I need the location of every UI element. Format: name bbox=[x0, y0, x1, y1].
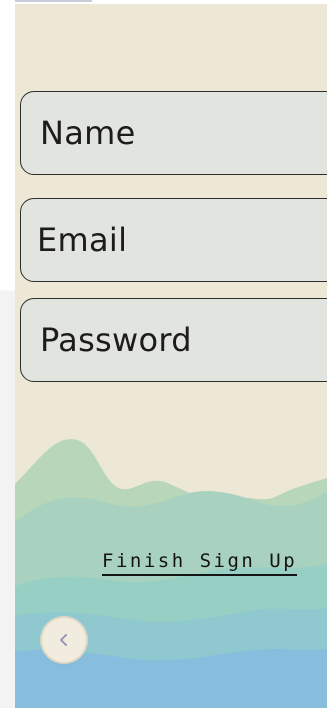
finish-signup-button[interactable]: Finish Sign Up bbox=[102, 550, 298, 576]
password-field[interactable]: Password bbox=[20, 298, 327, 382]
left-edge-strip bbox=[0, 0, 15, 708]
chevron-left-icon bbox=[60, 634, 67, 646]
email-field[interactable]: Email bbox=[20, 198, 327, 282]
name-field[interactable]: Name bbox=[20, 91, 327, 175]
name-field-placeholder: Name bbox=[40, 114, 136, 152]
email-field-placeholder: Email bbox=[37, 221, 128, 259]
signup-screen: Name Email Password Finish Sign Up bbox=[15, 4, 327, 708]
back-button[interactable] bbox=[42, 618, 86, 662]
password-field-placeholder: Password bbox=[40, 321, 192, 359]
